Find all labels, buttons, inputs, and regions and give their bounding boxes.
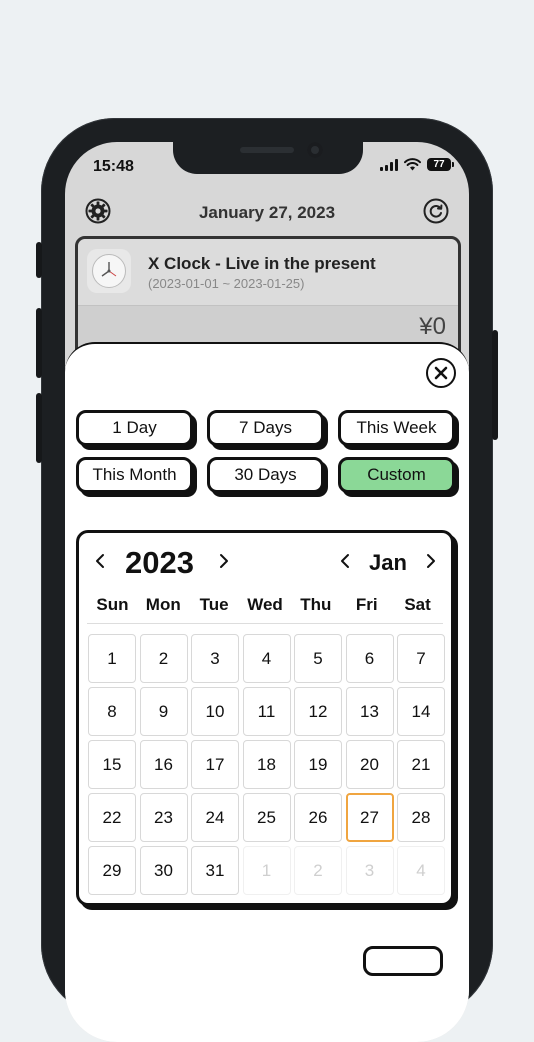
bottom-button[interactable]: [363, 946, 443, 976]
day-cell[interactable]: 30: [139, 846, 188, 895]
calendar-header: 2023 Jan: [79, 533, 451, 589]
chevron-left-icon: [341, 554, 349, 568]
record-amount: ¥0: [419, 313, 446, 340]
clock-app-icon: [87, 249, 131, 293]
range-button-this-month[interactable]: This Month: [76, 457, 193, 493]
range-button-custom[interactable]: Custom: [338, 457, 455, 493]
day-cell-next-month: 1: [242, 846, 291, 895]
day-cell[interactable]: 28: [397, 793, 445, 842]
next-year-button[interactable]: [217, 551, 231, 571]
month-label: Jan: [369, 550, 407, 575]
range-button-30-days[interactable]: 30 Days: [207, 457, 324, 493]
day-cell[interactable]: 20: [345, 740, 394, 789]
prev-month-button[interactable]: [338, 551, 352, 571]
chevron-right-icon: [220, 554, 228, 568]
refresh-icon[interactable]: [423, 198, 449, 224]
record-title: X Clock - Live in the present: [148, 254, 376, 273]
day-cell[interactable]: 15: [88, 740, 136, 789]
day-cell[interactable]: 9: [139, 687, 188, 736]
phone-volume-up: [36, 308, 42, 378]
day-cell[interactable]: 12: [294, 687, 342, 736]
status-icons: 77: [380, 158, 454, 171]
weekday-label: Mon: [145, 595, 181, 614]
days-grid: 1 2 3 4 5 6 7 8 9 10 11 12 13 14 15 16 17 18 19 20 21 22 23 24 2…: [88, 634, 446, 895]
day-cell[interactable]: 4: [242, 634, 291, 683]
day-cell[interactable]: 14: [397, 687, 445, 736]
day-cell[interactable]: 19: [294, 740, 342, 789]
day-cell-next-month: 4: [397, 846, 445, 895]
top-bar: January 27, 2023: [65, 196, 469, 226]
page-title: January 27, 2023: [198, 203, 336, 222]
wifi-icon: [404, 158, 421, 171]
day-cell[interactable]: 3: [191, 634, 239, 683]
next-month-button[interactable]: [424, 551, 438, 571]
weekday-header: Sun Mon Tue Wed Thu Fri Sat: [87, 595, 443, 624]
phone-power-button: [492, 330, 498, 440]
battery-icon: 77: [427, 158, 454, 171]
day-cell[interactable]: 13: [345, 687, 394, 736]
chevron-left-icon: [96, 554, 104, 568]
day-cell-next-month: 2: [294, 846, 342, 895]
day-cell[interactable]: 7: [397, 634, 445, 683]
prev-year-button[interactable]: [93, 551, 107, 571]
range-options: 1 Day 7 Days This Week This Month 30 Days Cus…: [76, 410, 460, 493]
day-cell[interactable]: 17: [191, 740, 239, 789]
record-date-range: (2023-01-01 ~ 2023-01-25): [148, 276, 305, 291]
day-cell[interactable]: 22: [88, 793, 136, 842]
day-cell-today[interactable]: 27: [345, 793, 394, 842]
camera-icon: [307, 142, 323, 158]
day-cell[interactable]: 18: [242, 740, 291, 789]
day-cell[interactable]: 1: [88, 634, 136, 683]
notch: [173, 142, 363, 174]
phone-volume-down: [36, 393, 42, 463]
status-time: 15:48: [93, 158, 134, 175]
day-cell-next-month: 3: [345, 846, 394, 895]
day-cell[interactable]: 10: [191, 687, 239, 736]
day-cell[interactable]: 2: [139, 634, 188, 683]
day-cell[interactable]: 24: [191, 793, 239, 842]
speaker-grille: [240, 147, 294, 153]
day-cell[interactable]: 6: [345, 634, 394, 683]
close-button[interactable]: [426, 358, 456, 388]
range-button-7-days[interactable]: 7 Days: [207, 410, 324, 446]
weekday-label: Tue: [199, 595, 229, 614]
calendar: 2023 Jan Sun Mon Tue Wed Thu Fri Sat 123456789…: [76, 530, 454, 906]
day-cell[interactable]: 21: [397, 740, 445, 789]
weekday-label: Sun: [96, 595, 129, 614]
day-cell[interactable]: 11: [242, 687, 291, 736]
weekday-label: Wed: [247, 595, 283, 614]
weekday-label: Fri: [355, 595, 378, 614]
weekday-label: Sat: [404, 595, 431, 614]
day-cell[interactable]: 8: [88, 687, 136, 736]
range-button-1-day[interactable]: 1 Day: [76, 410, 193, 446]
day-cell[interactable]: 23: [139, 793, 188, 842]
signal-icon: [380, 158, 398, 171]
phone-mute-switch: [36, 242, 42, 278]
close-icon: [434, 366, 448, 380]
weekday-label: Thu: [300, 595, 332, 614]
record-card-header: X Clock - Live in the present (2023-01-0…: [78, 239, 458, 306]
phone-screen: 15:48 77 January 27, 2023 X Clock - Live…: [65, 142, 469, 1042]
day-cell[interactable]: 5: [294, 634, 342, 683]
range-button-this-week[interactable]: This Week: [338, 410, 455, 446]
chevron-right-icon: [427, 554, 435, 568]
year-label: 2023: [125, 545, 194, 580]
date-range-sheet: 1 Day 7 Days This Week This Month 30 Days Cus…: [65, 342, 469, 1042]
day-cell[interactable]: 25: [242, 793, 291, 842]
day-cell[interactable]: 29: [88, 846, 136, 895]
day-cell[interactable]: 16: [139, 740, 188, 789]
day-cell[interactable]: 31: [191, 846, 239, 895]
day-cell[interactable]: 26: [294, 793, 342, 842]
